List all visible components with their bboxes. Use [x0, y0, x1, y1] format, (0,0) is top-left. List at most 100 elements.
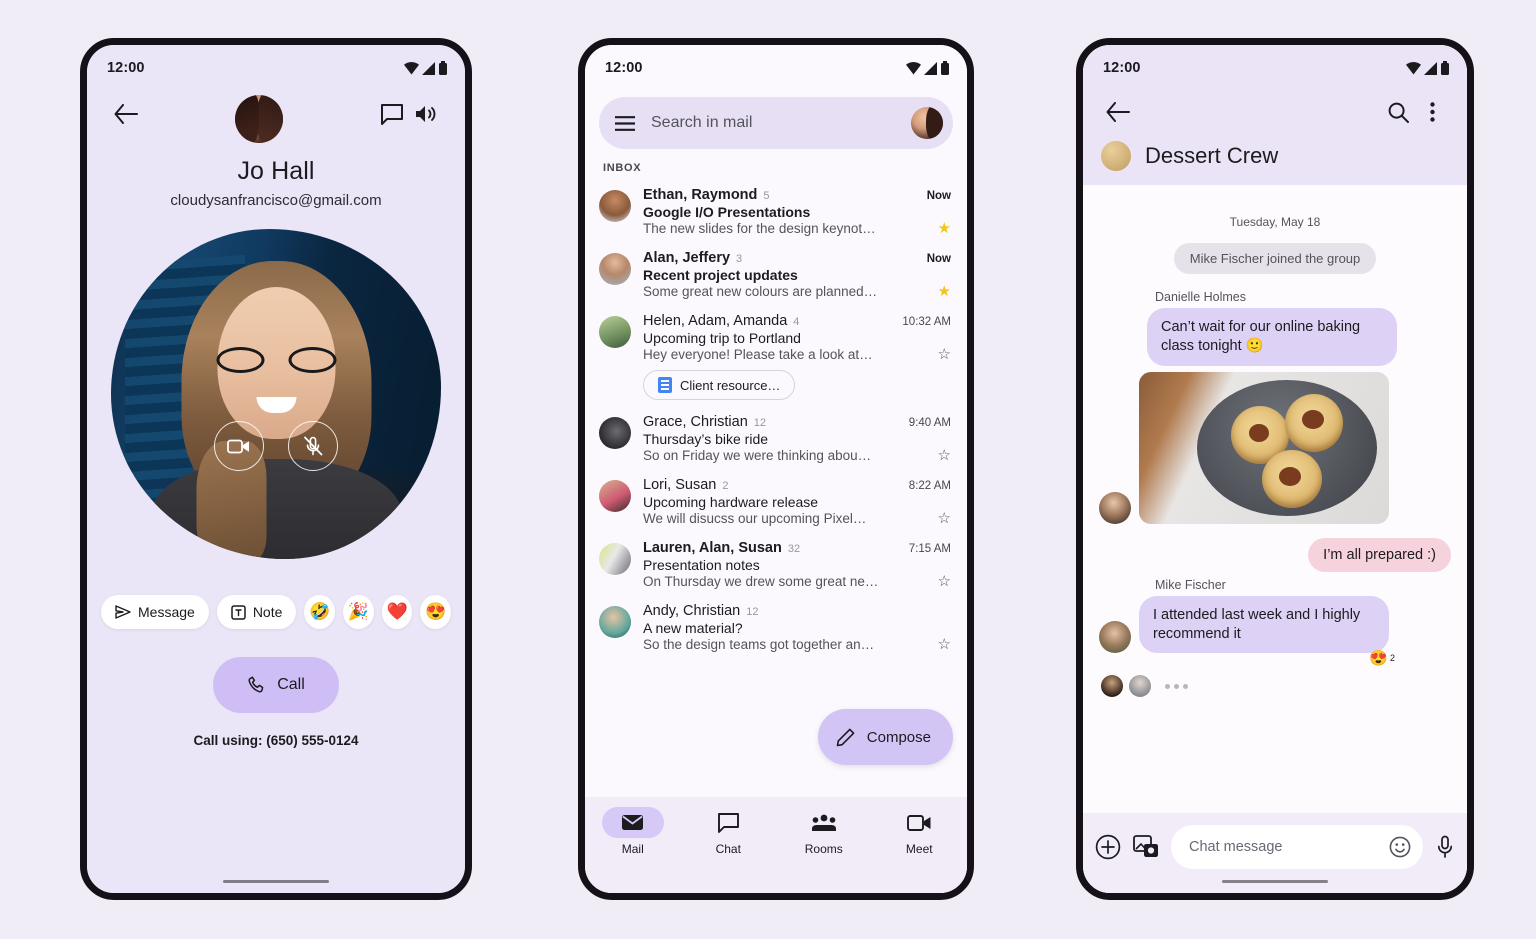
plus-circle-icon[interactable]: [1095, 834, 1121, 860]
star-icon[interactable]: ☆: [930, 637, 951, 652]
star-icon[interactable]: ★: [930, 284, 951, 299]
tab-meet[interactable]: Meet: [872, 807, 968, 856]
mail-subject: Upcoming trip to Portland: [643, 330, 801, 346]
compose-label: Compose: [866, 728, 931, 746]
emoji-chip-heart[interactable]: ❤️: [381, 595, 413, 629]
back-button[interactable]: [1101, 95, 1135, 129]
home-indicator: [223, 879, 329, 883]
person-portrait: [151, 261, 401, 559]
mail-sender: Grace, Christian: [643, 414, 748, 430]
table-row[interactable]: Alan, Jeffery 3 Now Recent project updat…: [585, 243, 967, 306]
video-camera-toggle[interactable]: [214, 421, 264, 471]
tab-rooms[interactable]: Rooms: [776, 807, 872, 856]
mail-snippet: The new slides for the design keynot…: [643, 221, 876, 236]
emoji-smile-icon[interactable]: [1389, 836, 1411, 858]
signal-icon: [422, 61, 435, 75]
avatar: [599, 480, 631, 512]
table-row[interactable]: Andy, Christian 12 A new material? So th…: [585, 596, 967, 659]
tab-mail[interactable]: Mail: [585, 807, 681, 856]
status-bar: 12:00: [1083, 45, 1467, 91]
back-button[interactable]: [109, 97, 143, 131]
overflow-menu-button[interactable]: [1415, 95, 1449, 129]
star-icon[interactable]: ☆: [930, 574, 951, 589]
star-icon[interactable]: ☆: [930, 511, 951, 526]
mail-sender: Andy, Christian: [643, 603, 741, 619]
message-chip[interactable]: Message: [101, 595, 209, 629]
tab-rooms-label: Rooms: [804, 842, 843, 856]
tab-chat-label: Chat: [715, 842, 741, 856]
volume-up-icon: [416, 106, 436, 122]
microphone-icon[interactable]: [1435, 835, 1455, 859]
tab-meet-label: Meet: [905, 842, 933, 856]
search-input[interactable]: Search in mail: [599, 97, 953, 149]
microphone-toggle[interactable]: [288, 421, 338, 471]
call-using-text: Call using: (650) 555-0124: [193, 733, 359, 748]
mail-snippet: Some great new colours are planned…: [643, 284, 878, 299]
mail-sender: Alan, Jeffery: [643, 250, 731, 266]
mail-count: 32: [787, 543, 801, 555]
compose-button[interactable]: Compose: [817, 709, 953, 765]
note-chip-label: Note: [252, 604, 283, 620]
image-picker-icon[interactable]: [1133, 835, 1159, 859]
signal-icon: [924, 61, 937, 75]
glasses-icon: [216, 347, 336, 373]
table-row[interactable]: Lori, Susan 2 8:22 AM Upcoming hardware …: [585, 470, 967, 533]
inbox-section-label: INBOX: [603, 162, 642, 174]
contact-name: Jo Hall: [237, 157, 315, 185]
table-row[interactable]: Grace, Christian 12 9:40 AM Thursday’s b…: [585, 407, 967, 470]
wifi-icon: [404, 61, 419, 74]
send-icon: [115, 605, 131, 619]
message-sender: Danielle Holmes: [1155, 290, 1247, 304]
battery-icon: [941, 61, 949, 75]
reaction-emoji: 😍: [1369, 650, 1388, 668]
message-sender: Mike Fischer: [1155, 577, 1226, 592]
attachment-label: Client resource…: [680, 377, 781, 393]
list-item: [1099, 371, 1451, 524]
mail-count: 12: [753, 417, 767, 429]
mail-time: Now: [926, 253, 951, 265]
message-image[interactable]: [1139, 371, 1389, 524]
mail-time: 8:22 AM: [908, 480, 951, 492]
message-button[interactable]: [375, 97, 409, 131]
chat-message-input[interactable]: Chat message: [1171, 825, 1423, 869]
emoji-chip-laugh[interactable]: 🤣: [304, 595, 336, 629]
hamburger-menu-icon[interactable]: [615, 115, 635, 131]
star-icon[interactable]: ★: [930, 221, 951, 236]
mail-subject: Presentation notes: [643, 557, 760, 573]
emoji-chip-party[interactable]: 🎉: [343, 595, 374, 629]
message-bubble: I’m all prepared :): [1308, 537, 1451, 572]
video-camera-icon: [227, 439, 249, 453]
avatar: [1099, 491, 1131, 524]
chat-message-area: Tuesday, May 18 Mike Fischer joined the …: [1083, 185, 1467, 813]
star-icon[interactable]: ☆: [930, 448, 951, 463]
table-row[interactable]: Ethan, Raymond 5 Now Google I/O Presenta…: [585, 180, 967, 243]
mail-time: 9:40 AM: [908, 417, 951, 429]
search-button[interactable]: [1381, 95, 1415, 129]
avatar: [1101, 675, 1123, 698]
back-arrow-icon: [1106, 102, 1130, 122]
call-button[interactable]: Call: [213, 657, 339, 713]
message-reaction[interactable]: 😍 2: [1369, 649, 1395, 667]
group-title-row[interactable]: Dessert Crew: [1083, 133, 1467, 171]
contact-avatar: [235, 95, 283, 143]
volume-button[interactable]: [409, 97, 443, 131]
tab-chat[interactable]: Chat: [681, 807, 777, 856]
emoji-chip-heart-eyes[interactable]: 😍: [420, 595, 452, 629]
status-bar: 12:00: [87, 45, 465, 91]
mail-time: 7:15 AM: [908, 543, 951, 555]
mail-sender: Helen, Adam, Amanda: [643, 313, 788, 329]
contact-top-bar: [87, 91, 465, 151]
attachment-chip[interactable]: Client resource…: [643, 370, 796, 400]
table-row[interactable]: Lauren, Alan, Susan 32 7:15 AM Presentat…: [585, 533, 967, 596]
battery-icon: [439, 61, 447, 75]
status-time: 12:00: [605, 60, 643, 76]
video-camera-icon: [906, 814, 931, 831]
table-row[interactable]: Helen, Adam, Amanda 4 10:32 AM Upcoming …: [585, 306, 967, 407]
mail-count: 5: [763, 190, 770, 202]
note-chip[interactable]: Note: [216, 595, 297, 629]
star-icon[interactable]: ☆: [930, 347, 951, 362]
account-avatar[interactable]: [911, 107, 943, 139]
chat-bubble-icon: [717, 812, 739, 833]
signal-icon: [1424, 61, 1437, 75]
list-item: I attended last week and I highly recomm…: [1099, 595, 1451, 667]
